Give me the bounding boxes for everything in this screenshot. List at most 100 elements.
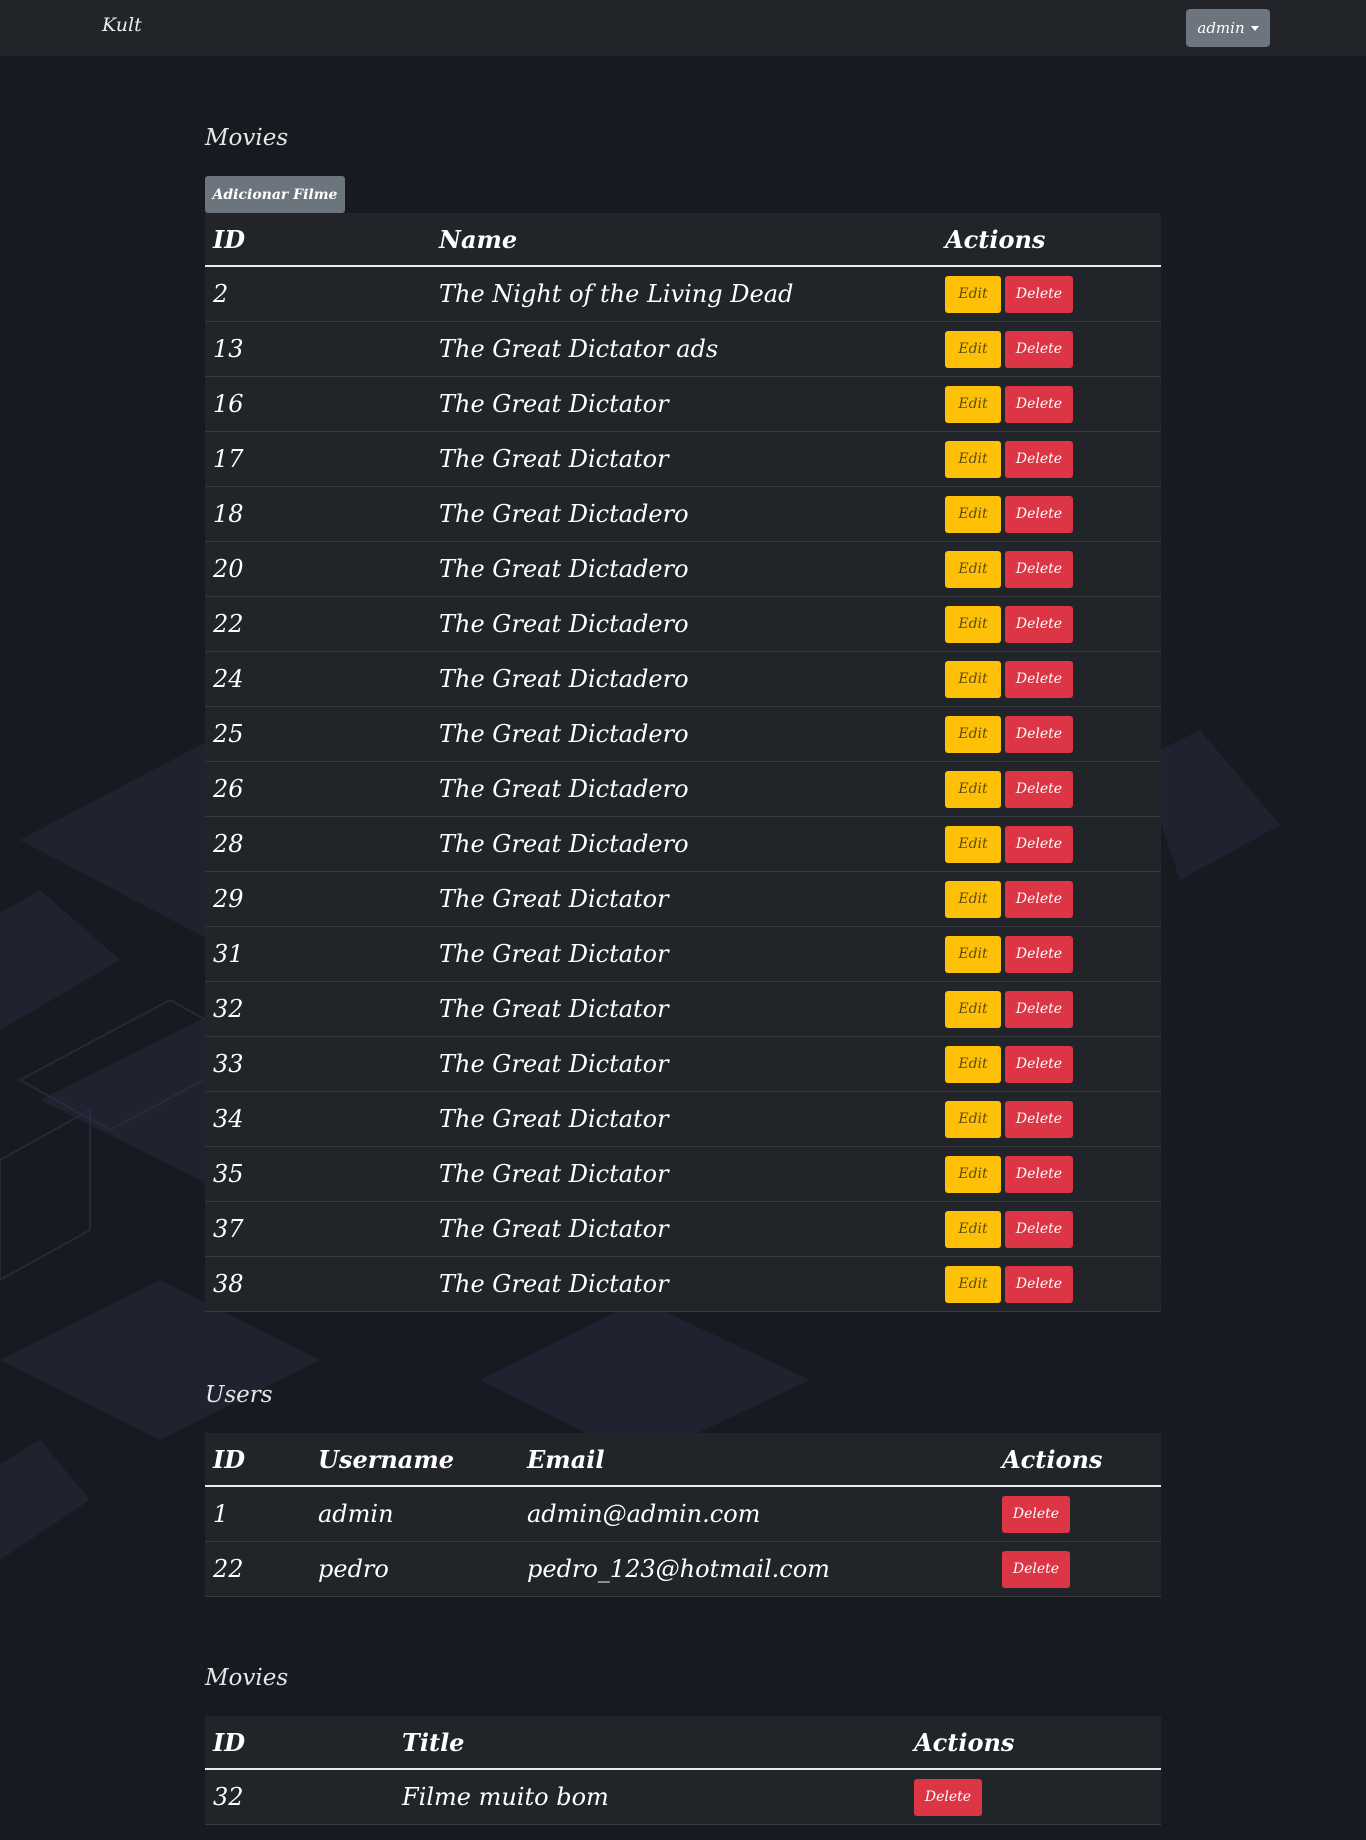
edit-button[interactable]: Edit xyxy=(945,935,1001,973)
actions-cell: Edit Delete xyxy=(937,596,1161,652)
delete-button[interactable]: Delete xyxy=(1005,385,1073,423)
column-header-id: ID xyxy=(205,1716,394,1770)
edit-button[interactable]: Edit xyxy=(945,715,1001,753)
movie-name-cell: The Great Dictator xyxy=(431,431,937,487)
delete-button[interactable]: Delete xyxy=(1005,660,1073,698)
table-row: 29 The Great Dictator Edit Delete xyxy=(205,871,1161,927)
table-row: 31 The Great Dictator Edit Delete xyxy=(205,926,1161,982)
chevron-down-icon xyxy=(1250,25,1259,31)
edit-button[interactable]: Edit xyxy=(945,1210,1001,1248)
actions-cell: Delete xyxy=(994,1541,1161,1597)
movie-id-cell: 16 xyxy=(205,376,431,432)
movie-name-cell: The Great Dictadero xyxy=(431,651,937,707)
column-header-id: ID xyxy=(205,1433,310,1487)
add-movie-button[interactable]: Adicionar Filme xyxy=(205,176,345,213)
movie-id-cell: 35 xyxy=(205,1146,431,1202)
delete-button[interactable]: Delete xyxy=(1005,715,1073,753)
actions-cell: Delete xyxy=(906,1769,1161,1825)
actions-cell: Edit Delete xyxy=(937,1256,1161,1312)
actions-cell: Edit Delete xyxy=(937,376,1161,432)
edit-button[interactable]: Edit xyxy=(945,440,1001,478)
users-table: ID Username Email Actions 1 admin admin@… xyxy=(205,1433,1161,1597)
movie-id-cell: 2 xyxy=(205,266,431,322)
delete-button[interactable]: Delete xyxy=(1005,605,1073,643)
movie-id-cell: 32 xyxy=(205,981,431,1037)
edit-button[interactable]: Edit xyxy=(945,1155,1001,1193)
delete-button[interactable]: Delete xyxy=(1005,550,1073,588)
delete-user-button[interactable]: Delete xyxy=(1002,1495,1070,1533)
edit-button[interactable]: Edit xyxy=(945,605,1001,643)
edit-button[interactable]: Edit xyxy=(945,880,1001,918)
edit-button[interactable]: Edit xyxy=(945,990,1001,1028)
delete-button[interactable]: Delete xyxy=(1005,1265,1073,1303)
actions-cell: Edit Delete xyxy=(937,431,1161,487)
delete-button[interactable]: Delete xyxy=(1005,1155,1073,1193)
actions-cell: Edit Delete xyxy=(937,1036,1161,1092)
movie-id-cell: 22 xyxy=(205,596,431,652)
column-header-name: Name xyxy=(431,213,937,267)
user-id-cell: 1 xyxy=(205,1486,310,1542)
delete-review-button[interactable]: Delete xyxy=(914,1778,982,1816)
edit-button[interactable]: Edit xyxy=(945,770,1001,808)
delete-button[interactable]: Delete xyxy=(1005,1100,1073,1138)
delete-button[interactable]: Delete xyxy=(1005,935,1073,973)
actions-cell: Edit Delete xyxy=(937,1201,1161,1257)
delete-button[interactable]: Delete xyxy=(1005,495,1073,533)
movie-name-cell: The Great Dictator xyxy=(431,1201,937,1257)
table-row: 17 The Great Dictator Edit Delete xyxy=(205,431,1161,487)
table-row: 28 The Great Dictadero Edit Delete xyxy=(205,816,1161,872)
table-row: 13 The Great Dictator ads Edit Delete xyxy=(205,321,1161,377)
movie-id-cell: 26 xyxy=(205,761,431,817)
column-header-actions: Actions xyxy=(937,213,1161,267)
delete-button[interactable]: Delete xyxy=(1005,990,1073,1028)
table-row: 34 The Great Dictator Edit Delete xyxy=(205,1091,1161,1147)
movie-name-cell: The Great Dictadero xyxy=(431,486,937,542)
table-row: 26 The Great Dictadero Edit Delete xyxy=(205,761,1161,817)
edit-button[interactable]: Edit xyxy=(945,330,1001,368)
edit-button[interactable]: Edit xyxy=(945,1045,1001,1083)
movie-name-cell: The Night of the Living Dead xyxy=(431,266,937,322)
movie-name-cell: The Great Dictator xyxy=(431,981,937,1037)
column-header-id: ID xyxy=(205,213,431,267)
reviews-section-title: Movies xyxy=(205,1665,289,1691)
table-row: 20 The Great Dictadero Edit Delete xyxy=(205,541,1161,597)
actions-cell: Edit Delete xyxy=(937,926,1161,982)
table-row: 22 pedro pedro_123@hotmail.com Delete xyxy=(205,1541,1161,1597)
actions-cell: Edit Delete xyxy=(937,1146,1161,1202)
edit-button[interactable]: Edit xyxy=(945,275,1001,313)
actions-cell: Edit Delete xyxy=(937,871,1161,927)
delete-button[interactable]: Delete xyxy=(1005,440,1073,478)
user-menu-button[interactable]: admin xyxy=(1186,9,1270,47)
movie-name-cell: The Great Dictator xyxy=(431,1256,937,1312)
movie-id-cell: 28 xyxy=(205,816,431,872)
user-id-cell: 22 xyxy=(205,1541,310,1597)
delete-button[interactable]: Delete xyxy=(1005,825,1073,863)
movie-id-cell: 24 xyxy=(205,651,431,707)
column-header-email: Email xyxy=(519,1433,994,1487)
actions-cell: Edit Delete xyxy=(937,651,1161,707)
movie-id-cell: 20 xyxy=(205,541,431,597)
movies-section-title: Movies xyxy=(205,125,289,151)
delete-button[interactable]: Delete xyxy=(1005,1045,1073,1083)
edit-button[interactable]: Edit xyxy=(945,385,1001,423)
table-row: 37 The Great Dictator Edit Delete xyxy=(205,1201,1161,1257)
movie-name-cell: The Great Dictadero xyxy=(431,761,937,817)
delete-button[interactable]: Delete xyxy=(1005,880,1073,918)
table-row: 38 The Great Dictator Edit Delete xyxy=(205,1256,1161,1312)
delete-button[interactable]: Delete xyxy=(1005,1210,1073,1248)
delete-button[interactable]: Delete xyxy=(1005,275,1073,313)
edit-button[interactable]: Edit xyxy=(945,825,1001,863)
edit-button[interactable]: Edit xyxy=(945,550,1001,588)
delete-user-button[interactable]: Delete xyxy=(1002,1550,1070,1588)
edit-button[interactable]: Edit xyxy=(945,1100,1001,1138)
edit-button[interactable]: Edit xyxy=(945,495,1001,533)
edit-button[interactable]: Edit xyxy=(945,660,1001,698)
delete-button[interactable]: Delete xyxy=(1005,770,1073,808)
movie-id-cell: 18 xyxy=(205,486,431,542)
column-header-actions: Actions xyxy=(994,1433,1161,1487)
table-row: 33 The Great Dictator Edit Delete xyxy=(205,1036,1161,1092)
edit-button[interactable]: Edit xyxy=(945,1265,1001,1303)
actions-cell: Edit Delete xyxy=(937,266,1161,322)
brand-logo[interactable]: Kult xyxy=(102,14,142,36)
delete-button[interactable]: Delete xyxy=(1005,330,1073,368)
